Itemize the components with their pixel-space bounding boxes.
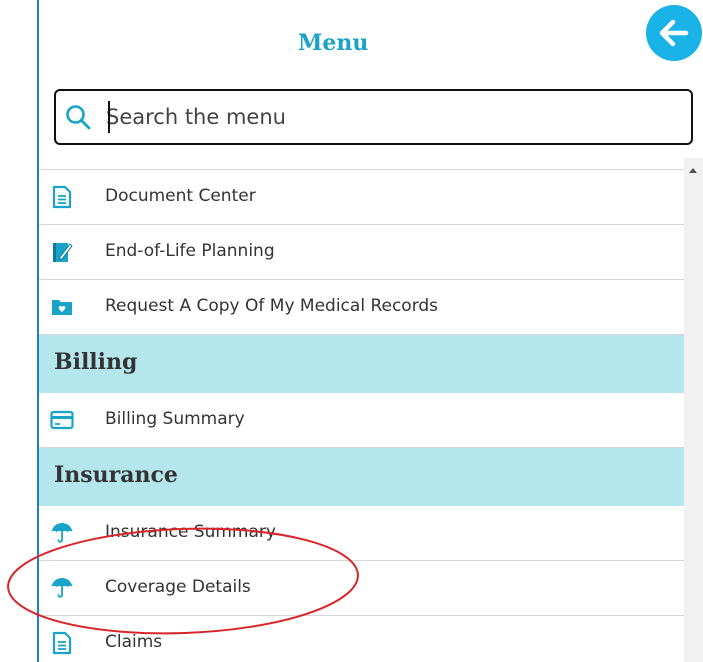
section-title: Insurance (54, 462, 178, 488)
menu-item-insurance-summary[interactable]: Insurance Summary (39, 506, 684, 561)
menu-item-label: Coverage Details (105, 577, 251, 597)
menu-item-billing-summary[interactable]: Billing Summary (39, 393, 684, 448)
umbrella-icon (50, 576, 74, 600)
vertical-scrollbar[interactable] (684, 158, 703, 662)
credit-card-icon (50, 408, 74, 432)
menu-item-end-of-life-planning[interactable]: End-of-Life Planning (39, 225, 684, 280)
umbrella-icon (50, 521, 74, 545)
menu-item-label: Insurance Summary (105, 522, 276, 542)
section-title: Billing (54, 349, 138, 375)
search-input[interactable] (106, 99, 676, 135)
arrow-left-icon (646, 5, 702, 61)
back-button[interactable] (646, 5, 702, 61)
menu-item-label: Billing Summary (105, 409, 245, 429)
menu-item-document-center[interactable]: Document Center (39, 170, 684, 225)
search-icon (65, 104, 91, 130)
menu-item-label: Document Center (105, 186, 256, 206)
menu-item-label: Claims (105, 632, 163, 652)
search-box[interactable] (54, 89, 693, 145)
section-header-billing: Billing (39, 335, 684, 393)
menu-item-label: Request A Copy Of My Medical Records (105, 296, 439, 316)
menu-item-medical-records[interactable]: Request A Copy Of My Medical Records (39, 280, 684, 335)
menu-list[interactable]: Document Center End-of-Life Planning Req… (39, 170, 684, 662)
section-header-insurance: Insurance (39, 448, 684, 506)
menu-item-claims[interactable]: Claims (39, 616, 684, 662)
menu-item-label: End-of-Life Planning (105, 241, 275, 261)
document-icon (50, 631, 74, 655)
text-cursor (108, 101, 110, 133)
menu-item-coverage-details[interactable]: Coverage Details (39, 561, 684, 616)
folder-heart-icon (50, 295, 74, 319)
notebook-pen-icon (50, 240, 74, 264)
scroll-up-arrow-icon[interactable] (689, 168, 697, 173)
menu-title: Menu (298, 30, 369, 56)
document-icon (50, 185, 74, 209)
